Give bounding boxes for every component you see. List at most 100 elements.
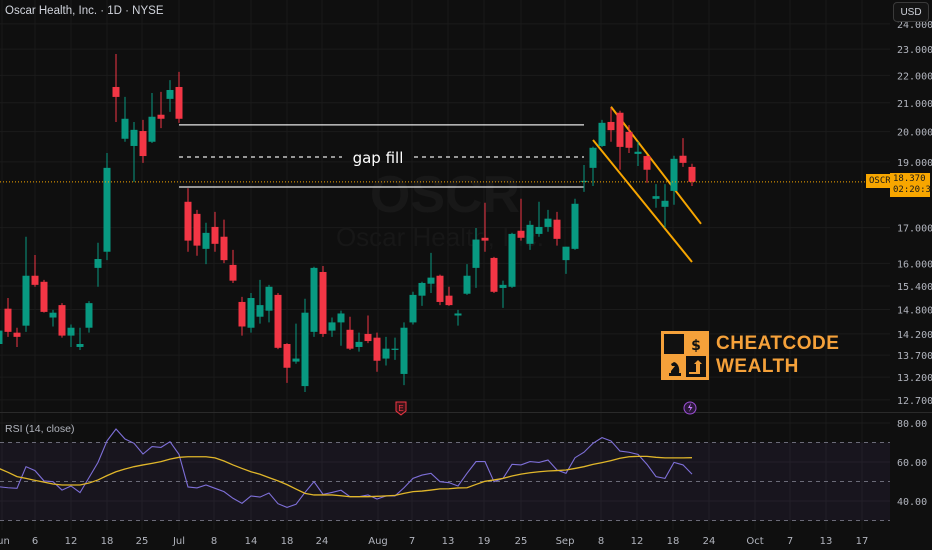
candle-body	[130, 129, 138, 146]
currency-button[interactable]: USD	[893, 2, 929, 22]
candle-up	[148, 93, 156, 143]
candle-up	[391, 337, 399, 360]
pane-divider[interactable]	[0, 412, 932, 413]
time-tick-label: 8	[211, 536, 217, 547]
candle-body	[310, 267, 318, 332]
chart-canvas[interactable]: OSCR Oscar Health, Inc. 24.00023.00022.0…	[0, 0, 932, 550]
watermark-symbol: OSCR	[370, 166, 520, 224]
candle-body	[400, 327, 408, 374]
candle-down	[211, 211, 219, 252]
candle-body	[571, 203, 579, 249]
candle-down	[319, 266, 327, 337]
candle-body	[517, 230, 525, 238]
candle-up	[355, 332, 363, 352]
time-tick-label: 18	[101, 536, 114, 547]
candle-body	[49, 312, 57, 318]
candle-down	[346, 316, 354, 350]
time-tick-label: 24	[703, 536, 716, 547]
gap-fill-label[interactable]: gap fill	[353, 149, 404, 167]
price-axis[interactable]: 24.00023.00022.00021.00020.00019.00017.0…	[897, 20, 932, 508]
time-tick-label: 7	[787, 536, 793, 547]
price-tick-label: 19.000	[897, 158, 932, 169]
time-tick-label: 25	[515, 536, 528, 547]
candle-up	[67, 324, 75, 347]
candle-up	[409, 291, 417, 325]
candle-body	[409, 294, 417, 323]
candle-up	[535, 201, 543, 237]
time-tick-label: 13	[820, 536, 833, 547]
candle-body	[337, 313, 345, 323]
rsi-indicator-title[interactable]: RSI (14, close)	[5, 423, 74, 435]
candle-body	[148, 116, 156, 142]
candle-body	[166, 90, 174, 99]
candle-down	[607, 107, 615, 142]
candle-up	[454, 309, 462, 326]
lightning-icon[interactable]	[683, 401, 697, 415]
candle-body	[445, 295, 453, 306]
candle-body	[355, 341, 363, 347]
candle-down	[553, 211, 561, 246]
time-tick-label: Aug	[368, 536, 388, 547]
candle-body	[94, 259, 102, 268]
candle-down	[157, 91, 165, 129]
price-tick-label: 13.700	[897, 351, 932, 362]
candle-up	[265, 284, 273, 323]
candle-body	[616, 112, 624, 147]
price-tick-label: 23.000	[897, 45, 932, 56]
candle-body	[580, 180, 588, 182]
rsi-tick-label: 80.00	[897, 419, 927, 430]
candle-up	[562, 246, 570, 274]
price-tick-label: 16.000	[897, 259, 932, 270]
candle-down	[364, 315, 372, 344]
candle-up	[301, 298, 309, 393]
candle-up	[202, 222, 210, 265]
channel-line-lower[interactable]	[592, 139, 693, 263]
time-tick-label: 14	[245, 536, 258, 547]
candle-down	[373, 332, 381, 372]
candle-down	[445, 286, 453, 306]
candle-down	[274, 292, 282, 350]
candle-down	[229, 249, 237, 283]
time-tick-label: 8	[598, 536, 604, 547]
chart-title[interactable]: Oscar Health, Inc. · 1D · NYSE	[5, 5, 164, 17]
candle-body	[283, 343, 291, 368]
candle-body	[382, 348, 390, 359]
time-axis[interactable]: Jun 6 12 18 25 Jul 8 14 18 24 Aug 7 13 19 25 Sep 8 12 18 24…	[0, 536, 868, 547]
price-tick-label: 12.700	[897, 396, 932, 407]
candle-down	[679, 138, 687, 167]
candle-body	[553, 219, 561, 239]
candle-up	[463, 264, 471, 295]
candle-down	[220, 219, 228, 264]
candle-up	[418, 281, 426, 306]
candle-body	[301, 312, 309, 387]
time-tick-label: 6	[32, 536, 38, 547]
candle-down	[688, 163, 696, 187]
candle-body	[391, 348, 399, 350]
candle-up	[292, 323, 300, 364]
last-price-value: 18.370	[893, 174, 926, 184]
candle-body	[121, 118, 129, 139]
svg-text:$: $	[691, 338, 701, 354]
candle-body	[472, 239, 480, 268]
candle-body	[0, 330, 3, 344]
candle-up	[427, 252, 435, 293]
time-tick-label: Jul	[172, 536, 185, 547]
candle-up	[130, 121, 138, 182]
candle-up	[670, 155, 678, 205]
candle-body	[481, 237, 489, 241]
candle-up	[310, 266, 318, 337]
candle-body	[499, 284, 507, 288]
candle-body	[526, 224, 534, 244]
time-tick-label: 12	[65, 536, 78, 547]
candle-body	[319, 271, 327, 334]
time-tick-label: Jun	[0, 536, 10, 547]
candle-body	[670, 158, 678, 191]
earnings-e-icon[interactable]: E	[395, 401, 407, 416]
candle-up	[508, 232, 516, 288]
price-tick-label: 17.000	[897, 224, 932, 235]
candle-up	[76, 327, 84, 350]
candle-body	[454, 313, 462, 316]
candle-up	[166, 80, 174, 112]
candle-body	[463, 275, 471, 294]
candle-up	[652, 184, 660, 208]
